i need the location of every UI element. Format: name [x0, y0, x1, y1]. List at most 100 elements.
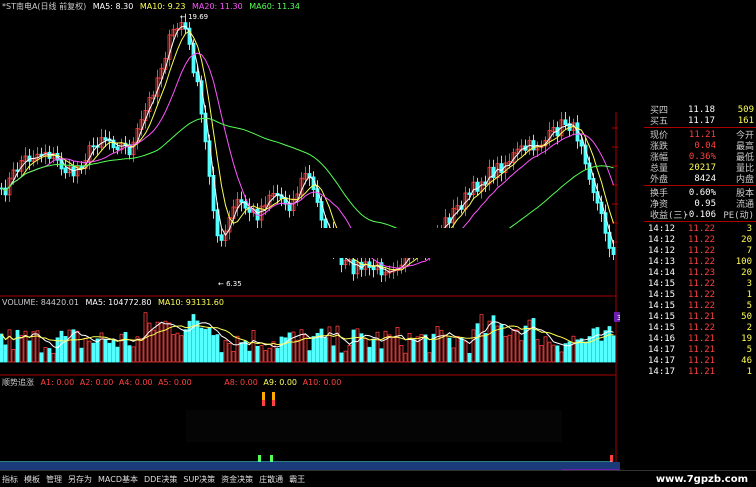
tick-price: 11.22: [688, 322, 716, 333]
volume-bar: [595, 327, 600, 363]
high-price-value: 19.69: [188, 13, 209, 21]
candle: [611, 247, 616, 255]
watermark-url: www.7gpzb.com: [655, 473, 748, 485]
volume-bar: [571, 335, 576, 363]
indicator-item: A8: 0.00: [224, 378, 258, 387]
volume-bar: [251, 330, 256, 363]
volume-bar: [171, 334, 176, 363]
toolbar-item-bawang[interactable]: 霸王: [289, 474, 305, 485]
volume-ma10-label: MA10: 93131.60: [157, 298, 224, 307]
toolbar-item-save-as[interactable]: 另存为: [68, 474, 92, 485]
volume-bar: [487, 320, 492, 363]
tick-row: 14:15 11.22 2: [644, 322, 756, 333]
volume-bar: [539, 345, 544, 363]
volume-bar: [219, 352, 224, 363]
tick-volume: 3: [746, 223, 752, 234]
volume-bar: [7, 329, 12, 363]
bid-label: 买五: [650, 117, 669, 127]
toolbar-item-template[interactable]: 模板: [24, 474, 40, 485]
signal-bar: [272, 392, 275, 400]
tick-volume: 1: [746, 366, 752, 377]
tick-volume: 2: [746, 322, 752, 333]
volume-bar: [295, 339, 300, 363]
volume-bar: [15, 329, 20, 363]
volume-bar: [403, 352, 408, 363]
volume-bar: [103, 339, 108, 363]
tick-price: 11.22: [688, 289, 716, 300]
candle: [467, 192, 472, 195]
volume-bar: [395, 326, 400, 363]
volume-bar: [475, 323, 480, 363]
stat-row: 外盘 8424 内盘: [644, 173, 756, 186]
volume-bar: [43, 347, 48, 363]
volume-bar: [0, 333, 4, 363]
toolbar-item-zst[interactable]: 庄散通: [259, 474, 283, 485]
stat-label: 外盘: [650, 175, 669, 185]
volume-bar: [311, 336, 316, 363]
volume-bar: [363, 338, 368, 363]
volume-bar: [427, 352, 432, 363]
volume-bar: [259, 345, 264, 363]
toolbar-item-manage[interactable]: 管理: [46, 474, 62, 485]
tick-volume: 1: [746, 289, 752, 300]
volume-bar: [203, 328, 208, 363]
stat-value: 0.60%: [688, 187, 716, 198]
tick-row: 14:17 11.21 5: [644, 344, 756, 355]
tick-time: 14:17: [648, 366, 676, 377]
volume-bar: [531, 318, 536, 363]
volume-bar: [507, 334, 512, 363]
volume-bar: [511, 329, 516, 363]
volume-bar: [207, 327, 212, 363]
tick-volume: 20: [741, 267, 752, 278]
tick-row: 14:17 11.21 1: [644, 366, 756, 377]
volume-bar: [435, 326, 440, 363]
volume-bar: [275, 348, 280, 363]
tick-time: 14:15: [648, 289, 676, 300]
bid-price: 11.17: [688, 115, 716, 126]
stock-title: *ST南电A(日线 前复权): [2, 2, 87, 11]
toolbar-item-fund[interactable]: 资金决策: [221, 474, 253, 485]
volume-bar: [499, 324, 504, 363]
volume-bar: [331, 345, 336, 363]
volume-bar: [211, 335, 216, 363]
volume-bar: [271, 341, 276, 363]
volume-bar: [439, 329, 444, 363]
tick-price: 11.22: [688, 256, 716, 267]
volume-bar: [107, 342, 112, 363]
watermark-box: [186, 410, 562, 442]
volume-bar: [159, 322, 164, 363]
tick-row: 14:15 11.22 1: [644, 289, 756, 300]
volume-bar: [555, 345, 560, 363]
volume-bar: [191, 314, 196, 363]
volume-bar: [519, 340, 524, 363]
volume-bar: [355, 328, 360, 363]
toolbar-item-indicator[interactable]: 指标: [2, 474, 18, 485]
volume-bar: [335, 325, 340, 363]
stat-value: 11.21: [688, 129, 716, 140]
volume-bar: [551, 344, 556, 363]
low-price-annotation: ← 6.35: [218, 280, 242, 288]
bid-volume: 509: [737, 104, 754, 115]
toolbar-item-sup[interactable]: SUP决策: [183, 474, 215, 485]
tick-volume: 5: [746, 344, 752, 355]
volume-bar: [175, 332, 180, 363]
volume-bar: [463, 341, 468, 363]
candle: [563, 119, 568, 126]
volume-bar: [67, 329, 72, 363]
tick-volume: 20: [741, 234, 752, 245]
tick-time: 14:16: [648, 333, 676, 344]
volume-bar: [559, 351, 564, 363]
tick-time: 14:13: [648, 256, 676, 267]
tick-time: 14:17: [648, 355, 676, 366]
indicator-item: A4: 0.00: [118, 378, 153, 387]
toolbar-item-macd[interactable]: MACD基本: [98, 474, 138, 485]
volume-bar: [139, 338, 144, 363]
indicator-item: A9: 0.00: [263, 378, 298, 387]
tick-price: 11.22: [688, 278, 716, 289]
stat-label-2: 内盘: [735, 175, 754, 185]
volume-bar: [495, 325, 500, 363]
tick-price: 11.21: [688, 311, 716, 322]
tick-price: 11.22: [688, 245, 716, 256]
toolbar-item-dde[interactable]: DDE决策: [144, 474, 177, 485]
tick-row: 14:16 11.21 19: [644, 333, 756, 344]
